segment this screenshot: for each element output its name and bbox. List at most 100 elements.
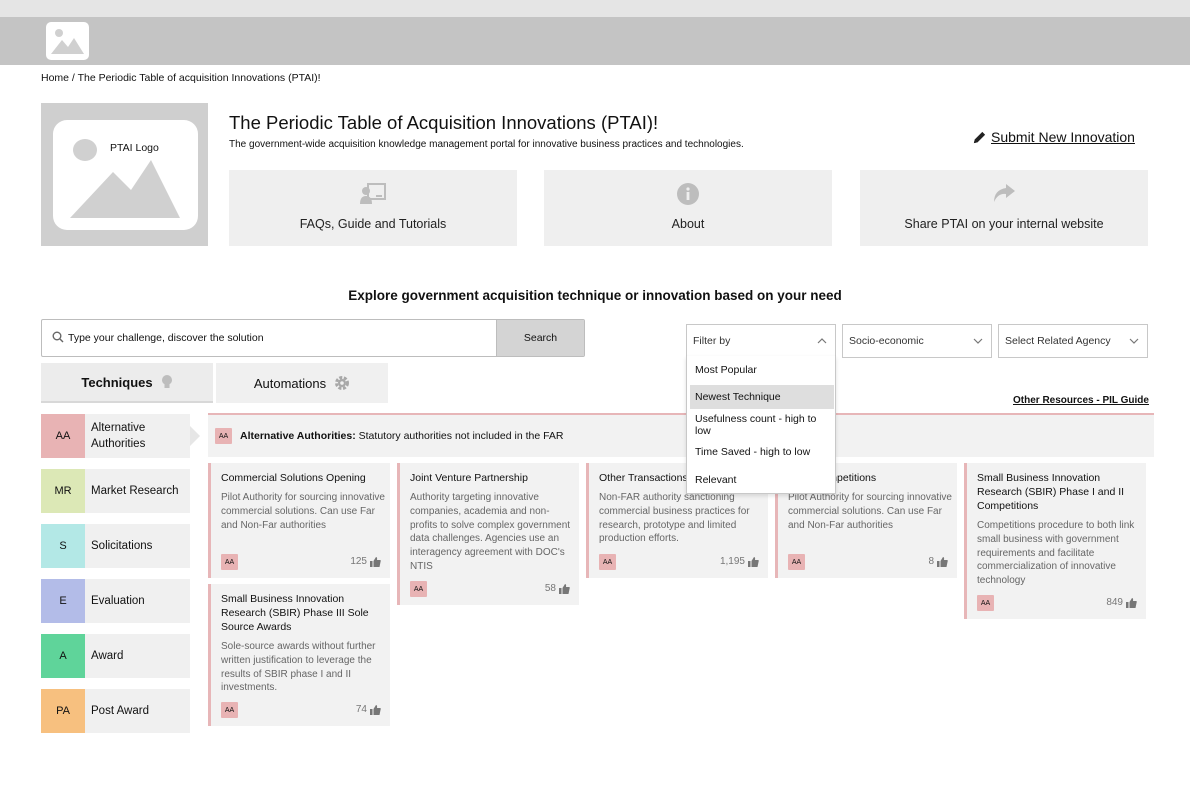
- like-count[interactable]: 58: [545, 583, 570, 594]
- filter-option-most-popular[interactable]: Most Popular: [690, 358, 834, 382]
- chevron-down-icon: [1129, 338, 1139, 344]
- like-count-value: 58: [544, 583, 556, 594]
- like-count-value: 8: [928, 556, 934, 567]
- share-card[interactable]: Share PTAI on your internal website: [860, 170, 1148, 246]
- category-symbol: A: [41, 634, 85, 678]
- search-bar: Search: [41, 319, 585, 357]
- faq-guide-label: FAQs, Guide and Tutorials: [299, 217, 447, 231]
- thumbs-up-icon: [748, 556, 759, 567]
- share-icon: [994, 184, 1015, 202]
- category-award[interactable]: A Award: [41, 634, 190, 678]
- technique-card[interactable]: Small Business Innovation Research (SBIR…: [964, 463, 1146, 619]
- category-label: Solicitations: [91, 540, 153, 552]
- category-badge: AA: [215, 428, 232, 444]
- selected-category-name: Alternative Authorities:: [240, 430, 356, 442]
- category-symbol: MR: [41, 469, 85, 513]
- card-title: Small Business Innovation Research (SBIR…: [977, 472, 1125, 512]
- image-placeholder-icon: [51, 29, 84, 54]
- like-count-value: 1,195: [719, 556, 745, 567]
- tutorial-icon: [360, 183, 386, 204]
- thumbs-up-icon: [1126, 597, 1137, 608]
- gear-icon: [335, 376, 350, 390]
- ptai-logo: PTAI Logo: [41, 103, 208, 246]
- like-count[interactable]: 74: [356, 704, 381, 715]
- card-badge: AA: [788, 554, 805, 570]
- like-count[interactable]: 849: [1106, 597, 1137, 608]
- image-placeholder-icon: [70, 139, 180, 218]
- about-card[interactable]: About: [544, 170, 832, 246]
- pencil-icon: [973, 131, 986, 143]
- card-description: Authority targeting innovative companies…: [410, 492, 571, 572]
- technique-card[interactable]: Joint Venture Partnership Authority targ…: [397, 463, 579, 605]
- thumbs-up-icon: [937, 556, 948, 567]
- tab-techniques[interactable]: Techniques: [41, 363, 213, 403]
- card-description: Competitions procedure to both link smal…: [977, 520, 1135, 587]
- card-title: Commercial Solutions Opening: [221, 472, 366, 484]
- like-count-value: 74: [355, 704, 367, 715]
- explore-heading: Explore government acquisition technique…: [348, 288, 842, 303]
- filter-by-select[interactable]: Filter by: [686, 324, 836, 358]
- card-badge: AA: [221, 554, 238, 570]
- tab-techniques-label: Techniques: [81, 374, 153, 390]
- category-post-award[interactable]: PA Post Award: [41, 689, 190, 733]
- thumbs-up-icon: [559, 583, 570, 594]
- socio-economic-select[interactable]: Socio-economic: [842, 324, 992, 358]
- about-label: About: [671, 217, 705, 231]
- submit-innovation-label: Submit New Innovation: [991, 129, 1135, 145]
- socio-economic-value: Socio-economic: [849, 335, 924, 347]
- category-symbol: AA: [41, 414, 85, 458]
- agency-select[interactable]: Select Related Agency: [998, 324, 1148, 358]
- selected-category-banner: AA Alternative Authorities: Statutory au…: [208, 415, 1154, 457]
- search-button[interactable]: Search: [496, 320, 584, 356]
- filter-option-usefulness[interactable]: Usefulness count - high to low: [690, 413, 834, 437]
- chevron-up-icon: [817, 338, 827, 344]
- filter-option-relevant[interactable]: Relevant: [690, 468, 834, 492]
- technique-card[interactable]: Commercial Solutions Opening Pilot Autho…: [208, 463, 390, 578]
- card-title: Joint Venture Partnership: [410, 472, 528, 484]
- like-count[interactable]: 125: [350, 556, 381, 567]
- technique-card[interactable]: Small Business Innovation Research (SBIR…: [208, 584, 390, 726]
- card-badge: AA: [221, 702, 238, 718]
- filter-option-time-saved[interactable]: Time Saved - high to low: [690, 440, 834, 464]
- category-label: Post Award: [91, 705, 149, 717]
- like-count-value: 125: [350, 556, 367, 567]
- category-evaluation[interactable]: E Evaluation: [41, 579, 190, 623]
- browser-strip: [0, 0, 1190, 17]
- selected-category-pointer: [190, 426, 200, 446]
- tab-automations[interactable]: Automations: [216, 363, 388, 403]
- card-badge: AA: [599, 554, 616, 570]
- thumbs-up-icon: [370, 556, 381, 567]
- category-alternative-authorities[interactable]: AA Alternative Authorities: [41, 414, 190, 458]
- card-description: Pilot Authority for sourcing innovative …: [788, 492, 952, 531]
- category-symbol: E: [41, 579, 85, 623]
- category-solicitations[interactable]: S Solicitations: [41, 524, 190, 568]
- search-icon: [52, 331, 64, 343]
- category-label: Alternative Authorities: [91, 422, 146, 450]
- like-count[interactable]: 1,195: [720, 556, 759, 567]
- filter-option-newest-technique[interactable]: Newest Technique: [690, 385, 834, 409]
- card-description: Pilot Authority for sourcing innovative …: [221, 492, 385, 531]
- category-market-research[interactable]: MR Market Research: [41, 469, 190, 513]
- breadcrumb[interactable]: Home / The Periodic Table of acquisition…: [41, 72, 321, 84]
- card-badge: AA: [977, 595, 994, 611]
- tab-automations-label: Automations: [253, 375, 327, 391]
- card-description: Non-FAR authority sanctioning commercial…: [599, 492, 750, 545]
- page-subtitle: The government-wide acquisition knowledg…: [229, 139, 744, 150]
- like-count[interactable]: 8: [928, 556, 948, 567]
- top-header-bar: [0, 17, 1190, 65]
- search-input[interactable]: [68, 320, 496, 356]
- other-resources-link[interactable]: Other Resources - PIL Guide: [1013, 395, 1149, 406]
- card-description: Sole-source awards without further writt…: [221, 641, 376, 694]
- category-label: Evaluation: [91, 595, 145, 607]
- like-count-value: 849: [1106, 597, 1123, 608]
- submit-innovation-link[interactable]: Submit New Innovation: [972, 129, 1135, 145]
- selected-category-desc: Statutory authorities not included in th…: [358, 430, 564, 442]
- page-title: The Periodic Table of Acquisition Innova…: [229, 112, 659, 133]
- faq-guide-card[interactable]: FAQs, Guide and Tutorials: [229, 170, 517, 246]
- category-label: Award: [91, 650, 124, 662]
- filter-by-value: Filter by: [693, 335, 731, 347]
- header-logo[interactable]: [46, 22, 89, 60]
- lightbulb-icon: [161, 375, 172, 388]
- card-badge: AA: [410, 581, 427, 597]
- category-symbol: PA: [41, 689, 85, 733]
